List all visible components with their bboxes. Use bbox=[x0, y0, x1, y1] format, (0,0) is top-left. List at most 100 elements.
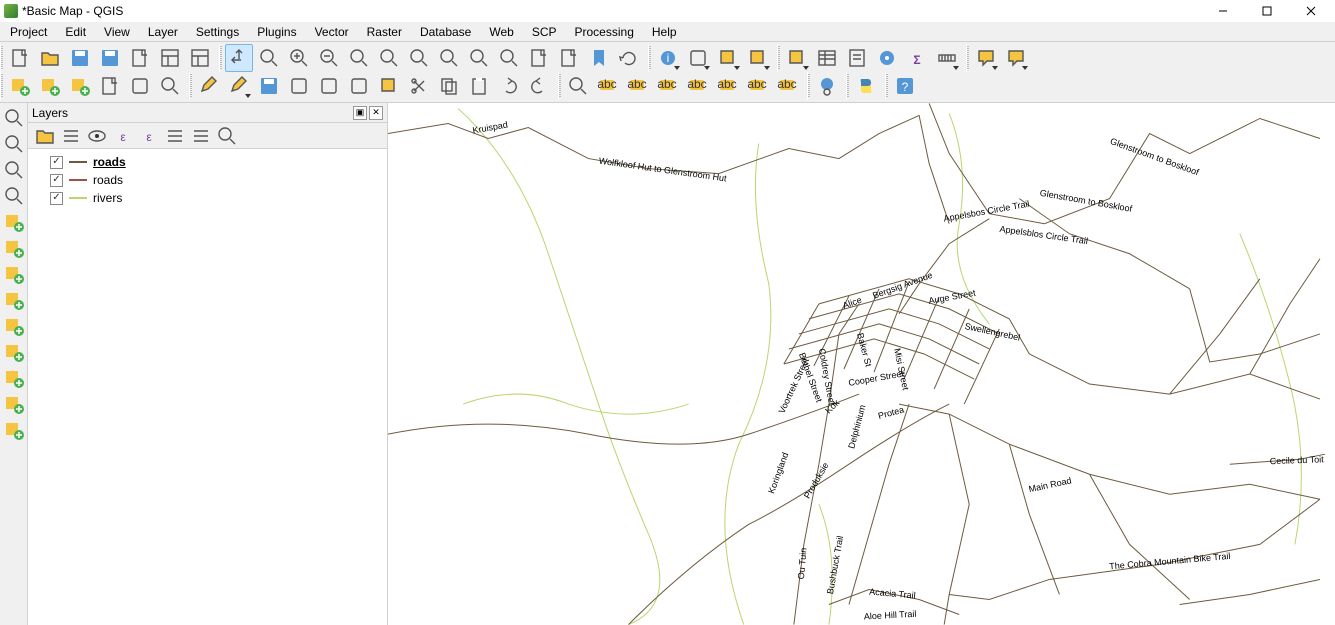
map-tips-icon[interactable] bbox=[972, 44, 1000, 72]
actions-icon[interactable] bbox=[684, 44, 712, 72]
filter-legend-icon[interactable]: ε bbox=[111, 125, 133, 147]
label-diagram-icon[interactable]: abc bbox=[594, 72, 622, 100]
close-button[interactable] bbox=[1289, 0, 1333, 22]
remove-layer-icon[interactable] bbox=[215, 125, 237, 147]
menu-vector[interactable]: Vector bbox=[307, 23, 357, 41]
add-text-layer-icon[interactable] bbox=[2, 183, 26, 209]
label-layer-icon[interactable] bbox=[564, 72, 592, 100]
stats-icon[interactable]: Σ bbox=[903, 44, 931, 72]
add-raster-icon[interactable] bbox=[36, 72, 64, 100]
label-show-icon[interactable]: abc bbox=[684, 72, 712, 100]
redo-icon[interactable] bbox=[525, 72, 553, 100]
layout-manager-icon[interactable] bbox=[156, 44, 184, 72]
panel-undock-button[interactable]: ▣ bbox=[353, 106, 367, 120]
select-value-icon[interactable] bbox=[744, 44, 772, 72]
layer-row[interactable]: roads bbox=[30, 171, 385, 189]
add-oracle-icon[interactable] bbox=[2, 287, 26, 313]
add-mesh-layer-icon[interactable] bbox=[2, 157, 26, 183]
zoom-next-icon[interactable] bbox=[495, 44, 523, 72]
add-group-icon[interactable] bbox=[59, 125, 81, 147]
zoom-layer-icon[interactable] bbox=[435, 44, 463, 72]
copy-features-icon[interactable] bbox=[435, 72, 463, 100]
menu-settings[interactable]: Settings bbox=[188, 23, 247, 41]
current-edits-icon[interactable] bbox=[195, 72, 223, 100]
layers-tree[interactable]: roadsroadsrivers bbox=[28, 149, 387, 625]
zoom-out-icon[interactable] bbox=[315, 44, 343, 72]
add-wcs-icon[interactable] bbox=[2, 391, 26, 417]
zoom-last-icon[interactable] bbox=[465, 44, 493, 72]
zoom-in-icon[interactable] bbox=[285, 44, 313, 72]
save-as-icon[interactable] bbox=[96, 44, 124, 72]
zoom-selection-icon[interactable] bbox=[405, 44, 433, 72]
panel-close-button[interactable]: ✕ bbox=[369, 106, 383, 120]
maximize-button[interactable] bbox=[1245, 0, 1289, 22]
new-map-view-icon[interactable] bbox=[525, 44, 553, 72]
toolbox-icon[interactable] bbox=[873, 44, 901, 72]
toggle-edit-icon[interactable] bbox=[225, 72, 253, 100]
help-icon[interactable]: ? bbox=[891, 72, 919, 100]
cut-features-icon[interactable] bbox=[405, 72, 433, 100]
label-move-icon[interactable]: abc bbox=[714, 72, 742, 100]
menu-raster[interactable]: Raster bbox=[359, 23, 410, 41]
expand-all-icon[interactable] bbox=[163, 125, 185, 147]
label-highlight-icon[interactable]: abc bbox=[624, 72, 652, 100]
layer-row[interactable]: rivers bbox=[30, 189, 385, 207]
add-wms-icon[interactable] bbox=[2, 365, 26, 391]
menu-view[interactable]: View bbox=[96, 23, 138, 41]
add-db2-icon[interactable] bbox=[2, 313, 26, 339]
field-calc-icon[interactable] bbox=[843, 44, 871, 72]
menu-help[interactable]: Help bbox=[644, 23, 685, 41]
new-project-icon[interactable] bbox=[6, 44, 34, 72]
add-wfs-icon[interactable] bbox=[2, 417, 26, 443]
add-mesh-icon[interactable] bbox=[66, 72, 94, 100]
python-console-icon[interactable] bbox=[852, 72, 880, 100]
expression-filter-icon[interactable]: ε bbox=[137, 125, 159, 147]
delete-selected-icon[interactable] bbox=[375, 72, 403, 100]
save-project-icon[interactable] bbox=[66, 44, 94, 72]
virtual-layer-icon[interactable] bbox=[156, 72, 184, 100]
manage-visibility-icon[interactable] bbox=[85, 125, 107, 147]
add-postgis-icon[interactable] bbox=[2, 209, 26, 235]
menu-database[interactable]: Database bbox=[412, 23, 479, 41]
add-spatialite-icon[interactable] bbox=[2, 235, 26, 261]
measure-icon[interactable] bbox=[933, 44, 961, 72]
node-tool-icon[interactable] bbox=[345, 72, 373, 100]
new-bookmark-icon[interactable] bbox=[555, 44, 583, 72]
add-raster-layer-icon[interactable] bbox=[2, 131, 26, 157]
select-features-icon[interactable] bbox=[714, 44, 742, 72]
new-shapefile-icon[interactable] bbox=[96, 72, 124, 100]
label-pin-icon[interactable]: abc bbox=[654, 72, 682, 100]
zoom-full-icon[interactable] bbox=[375, 44, 403, 72]
open-project-icon[interactable] bbox=[36, 44, 64, 72]
add-vector-icon[interactable] bbox=[6, 72, 34, 100]
label-change-icon[interactable]: abc bbox=[774, 72, 802, 100]
layer-row[interactable]: roads bbox=[30, 153, 385, 171]
style-manager-icon[interactable] bbox=[186, 44, 214, 72]
menu-edit[interactable]: Edit bbox=[57, 23, 94, 41]
paste-features-icon[interactable] bbox=[465, 72, 493, 100]
collapse-all-icon[interactable] bbox=[189, 125, 211, 147]
zoom-native-icon[interactable] bbox=[345, 44, 373, 72]
layer-checkbox[interactable] bbox=[50, 174, 63, 187]
layer-checkbox[interactable] bbox=[50, 156, 63, 169]
pan-icon[interactable] bbox=[225, 44, 253, 72]
undo-icon[interactable] bbox=[495, 72, 523, 100]
label-rotate-icon[interactable]: abc bbox=[744, 72, 772, 100]
add-vector-layer-icon[interactable] bbox=[2, 105, 26, 131]
metasearch-icon[interactable] bbox=[813, 72, 841, 100]
add-mssql-icon[interactable] bbox=[2, 261, 26, 287]
open-layer-styling-icon[interactable] bbox=[33, 125, 55, 147]
new-print-layout-icon[interactable] bbox=[126, 44, 154, 72]
add-feature-icon[interactable] bbox=[285, 72, 313, 100]
add-virtual-icon[interactable] bbox=[2, 339, 26, 365]
menu-web[interactable]: Web bbox=[481, 23, 521, 41]
annotation-icon[interactable] bbox=[1002, 44, 1030, 72]
attribute-table-icon[interactable] bbox=[813, 44, 841, 72]
deselect-icon[interactable] bbox=[783, 44, 811, 72]
menu-project[interactable]: Project bbox=[2, 23, 55, 41]
menu-scp[interactable]: SCP bbox=[524, 23, 565, 41]
save-edits-icon[interactable] bbox=[255, 72, 283, 100]
menu-layer[interactable]: Layer bbox=[140, 23, 186, 41]
map-canvas[interactable]: KruispadWolfkloof Hut to Glenstroom HutG… bbox=[388, 103, 1335, 625]
identify-icon[interactable]: i bbox=[654, 44, 682, 72]
